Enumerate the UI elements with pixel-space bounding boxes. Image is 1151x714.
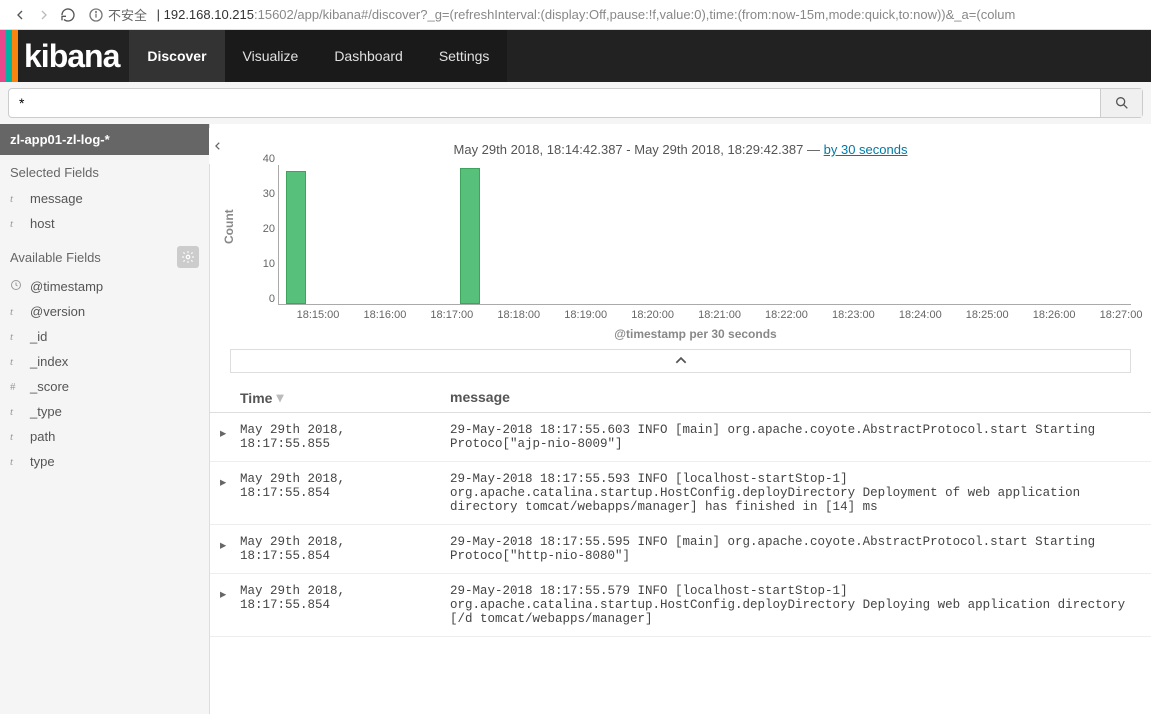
x-tick: 18:21:00 (698, 309, 741, 321)
content: May 29th 2018, 18:14:42.387 - May 29th 2… (210, 124, 1151, 714)
y-axis-label: Count (222, 210, 236, 245)
x-tick: 18:26:00 (1033, 309, 1076, 321)
x-tick: 18:17:00 (430, 309, 473, 321)
x-tick: 18:22:00 (765, 309, 808, 321)
field-version[interactable]: t@version (0, 299, 209, 324)
y-tick: 0 (251, 293, 275, 305)
x-tick: 18:27:00 (1100, 309, 1143, 321)
query-bar (0, 82, 1151, 124)
y-tick: 30 (251, 188, 275, 200)
nav-settings[interactable]: Settings (421, 30, 508, 82)
y-tick: 10 (251, 258, 275, 270)
nav-dashboard[interactable]: Dashboard (316, 30, 421, 82)
expand-row-button[interactable]: ▸ (220, 584, 240, 626)
table-header: Time ▾ message (210, 383, 1151, 413)
y-tick: 40 (251, 153, 275, 165)
x-tick: 18:15:00 (297, 309, 340, 321)
time-range-label: May 29th 2018, 18:14:42.387 - May 29th 2… (210, 124, 1151, 161)
expand-row-button[interactable]: ▸ (220, 423, 240, 451)
available-fields-title: Available Fields (0, 236, 209, 274)
collapse-histogram-button[interactable] (230, 349, 1131, 373)
nav-visualize[interactable]: Visualize (225, 30, 317, 82)
x-tick: 18:16:00 (364, 309, 407, 321)
info-icon (88, 7, 104, 23)
cell-message: 29-May-2018 18:17:55.593 INFO [localhost… (450, 472, 1141, 514)
field-id[interactable]: t_id (0, 324, 209, 349)
back-button[interactable] (8, 3, 32, 27)
cell-time: May 29th 2018, 18:17:55.854 (240, 535, 450, 563)
text-type-icon: t (10, 218, 24, 230)
search-button[interactable] (1100, 89, 1142, 117)
chevron-left-icon (213, 139, 223, 153)
cell-message: 29-May-2018 18:17:55.603 INFO [main] org… (450, 423, 1141, 451)
col-message[interactable]: message (450, 389, 1151, 406)
col-time[interactable]: Time ▾ (240, 389, 450, 406)
expand-row-button[interactable]: ▸ (220, 472, 240, 514)
url-path: /app/kibana#/discover?_g=(refreshInterva… (294, 7, 1016, 22)
text-type-icon: t (10, 406, 24, 418)
index-pattern[interactable]: zl-app01-zl-log-* (0, 124, 209, 155)
expand-row-button[interactable]: ▸ (220, 535, 240, 563)
field-type[interactable]: t_type (0, 399, 209, 424)
number-type-icon: # (10, 381, 24, 393)
query-input[interactable] (9, 89, 1100, 117)
url-host: 192.168.10.215 (164, 7, 254, 22)
query-input-wrap (8, 88, 1143, 118)
x-axis-label: @timestamp per 30 seconds (260, 327, 1131, 341)
table-row[interactable]: ▸May 29th 2018, 18:17:55.85429-May-2018 … (210, 574, 1151, 637)
x-tick: 18:23:00 (832, 309, 875, 321)
selected-fields-title: Selected Fields (0, 155, 209, 186)
field-path[interactable]: tpath (0, 424, 209, 449)
sidebar-collapse[interactable] (209, 128, 227, 164)
x-tick: 18:20:00 (631, 309, 674, 321)
text-type-icon: t (10, 193, 24, 205)
app-topbar: kibana Discover Visualize Dashboard Sett… (0, 30, 1151, 82)
text-type-icon: t (10, 306, 24, 318)
field-timestamp[interactable]: @timestamp (0, 274, 209, 299)
histogram[interactable]: Count 010203040 18:15:0018:16:0018:17:00… (260, 165, 1131, 341)
table-row[interactable]: ▸May 29th 2018, 18:17:55.85429-May-2018 … (210, 462, 1151, 525)
cell-time: May 29th 2018, 18:17:55.854 (240, 472, 450, 514)
date-type-icon (10, 279, 24, 294)
cell-time: May 29th 2018, 18:17:55.854 (240, 584, 450, 626)
address-bar[interactable]: 不安全 | 192.168.10.215 :15602 /app/kibana#… (88, 5, 1143, 24)
cell-message: 29-May-2018 18:17:55.579 INFO [localhost… (450, 584, 1141, 626)
text-type-icon: t (10, 456, 24, 468)
url-port: :15602 (254, 7, 294, 22)
field-host[interactable]: thost (0, 211, 209, 236)
text-type-icon: t (10, 356, 24, 368)
cell-time: May 29th 2018, 18:17:55.855 (240, 423, 450, 451)
field-settings-button[interactable] (177, 246, 199, 268)
forward-button[interactable] (32, 3, 56, 27)
field-score[interactable]: #_score (0, 374, 209, 399)
insecure-label: 不安全 (108, 5, 147, 24)
doc-table: Time ▾ message ▸May 29th 2018, 18:17:55.… (210, 383, 1151, 637)
cell-message: 29-May-2018 18:17:55.595 INFO [main] org… (450, 535, 1141, 563)
x-tick: 18:18:00 (497, 309, 540, 321)
browser-toolbar: 不安全 | 192.168.10.215 :15602 /app/kibana#… (0, 0, 1151, 30)
x-tick: 18:19:00 (564, 309, 607, 321)
interval-link[interactable]: by 30 seconds (824, 142, 908, 157)
field-type2[interactable]: ttype (0, 449, 209, 474)
nav-discover[interactable]: Discover (129, 30, 224, 82)
table-row[interactable]: ▸May 29th 2018, 18:17:55.85529-May-2018 … (210, 413, 1151, 462)
text-type-icon: t (10, 331, 24, 343)
text-type-icon: t (10, 431, 24, 443)
histogram-bar[interactable] (460, 168, 480, 305)
gear-icon (181, 250, 195, 264)
chevron-up-icon (674, 354, 688, 368)
brand-stripes (0, 30, 18, 82)
x-tick: 18:25:00 (966, 309, 1009, 321)
x-tick: 18:24:00 (899, 309, 942, 321)
y-tick: 20 (251, 223, 275, 235)
table-row[interactable]: ▸May 29th 2018, 18:17:55.85429-May-2018 … (210, 525, 1151, 574)
brand-logo: kibana (18, 30, 129, 82)
search-icon (1114, 95, 1130, 111)
reload-button[interactable] (56, 3, 80, 27)
sidebar: zl-app01-zl-log-* Selected Fields tmessa… (0, 124, 210, 714)
sort-desc-icon: ▾ (276, 389, 283, 406)
field-message[interactable]: tmessage (0, 186, 209, 211)
histogram-bar[interactable] (286, 171, 306, 304)
field-index[interactable]: t_index (0, 349, 209, 374)
